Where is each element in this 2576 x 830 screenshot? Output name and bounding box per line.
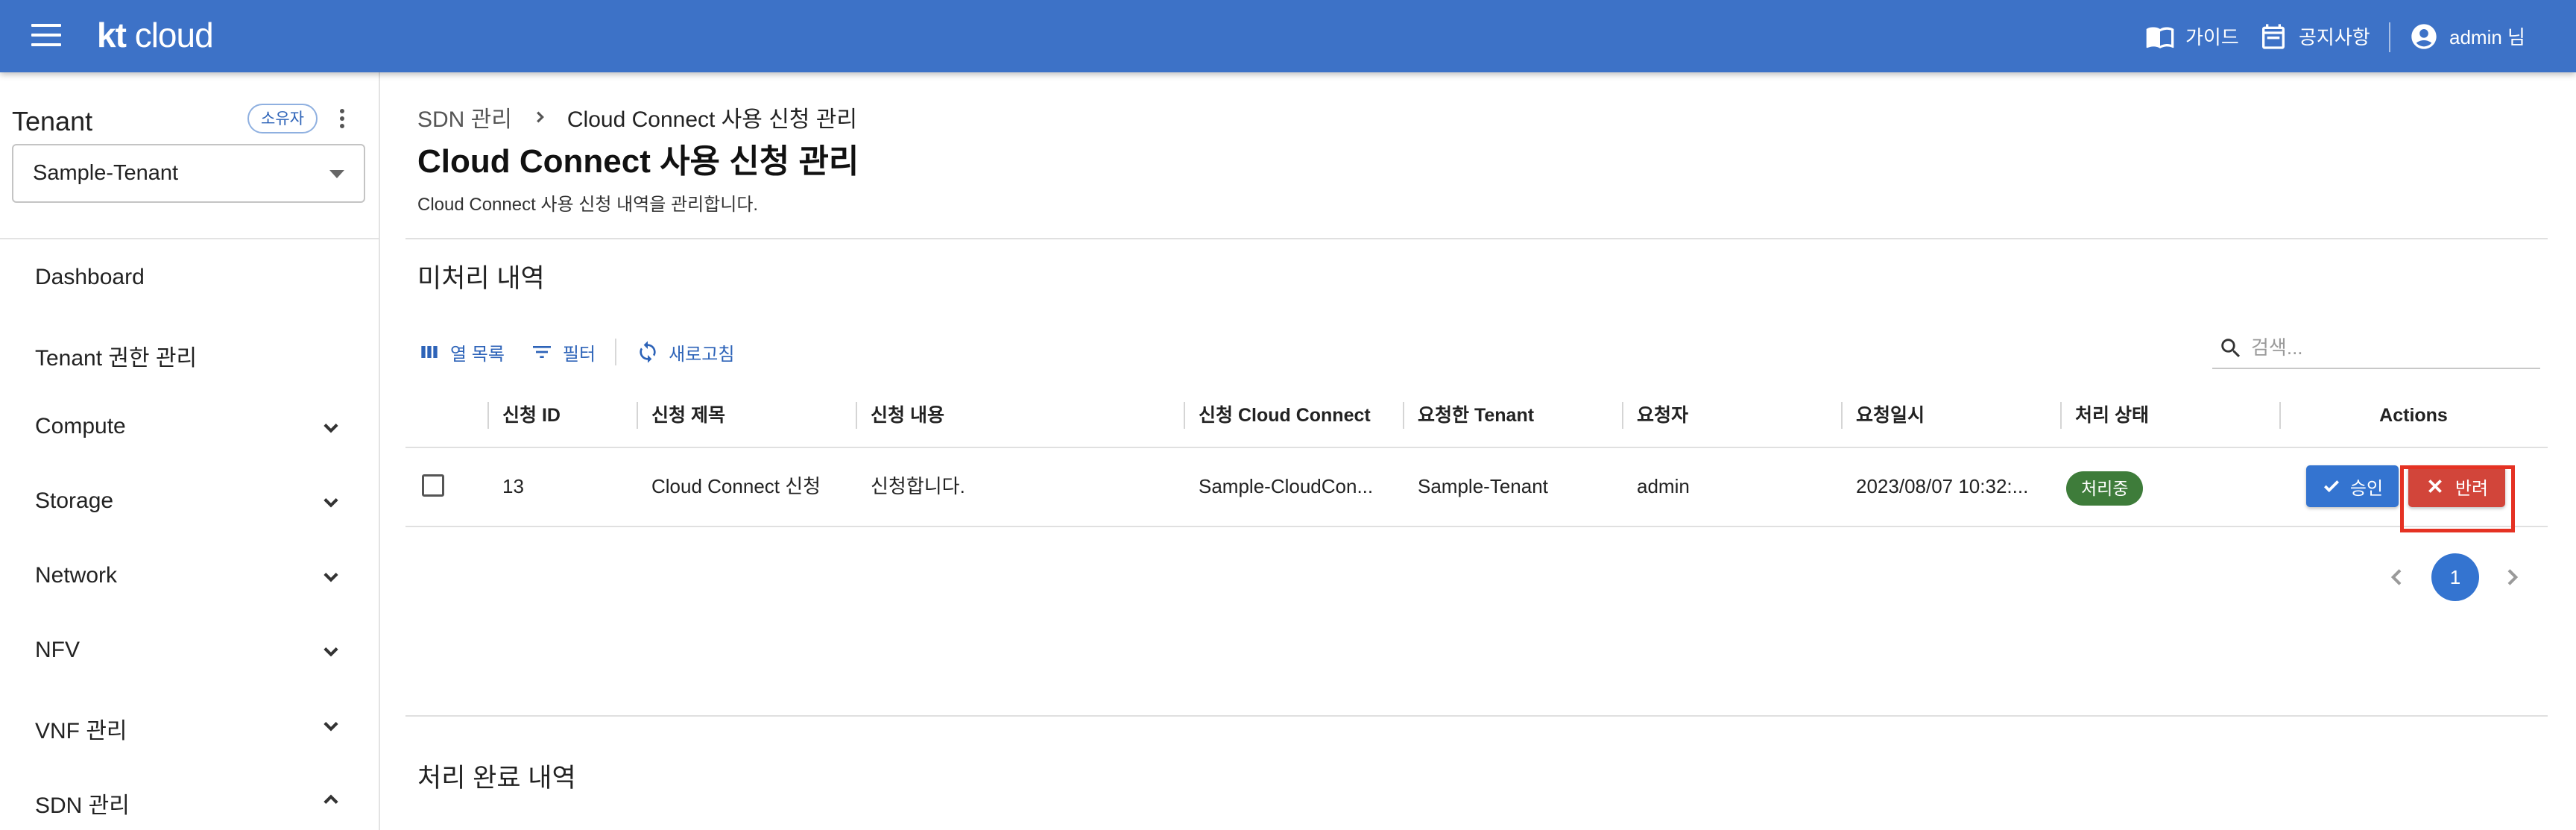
- breadcrumb-current: Cloud Connect 사용 신청 관리: [566, 107, 857, 132]
- columns-button[interactable]: 열 목록: [417, 339, 505, 365]
- filter-label: 필터: [562, 344, 596, 365]
- sidebar-item-dashboard[interactable]: Dashboard: [0, 248, 377, 308]
- cell-tenant: Sample-Tenant: [1418, 475, 1548, 497]
- owner-badge: 소유자: [247, 104, 318, 133]
- next-page-icon[interactable]: [2500, 565, 2524, 589]
- notice-link[interactable]: 공지사항: [2258, 0, 2370, 72]
- header-divider: [2389, 22, 2390, 52]
- cell-content: 신청합니다.: [871, 475, 965, 497]
- prev-page-icon[interactable]: [2385, 565, 2409, 589]
- chevron-down-icon: [321, 641, 341, 661]
- view-column-icon: [421, 346, 438, 358]
- filter-list-icon: [532, 346, 551, 358]
- search-field[interactable]: [2212, 326, 2540, 369]
- tenant-heading: Tenant: [12, 106, 93, 136]
- toolbar-divider: [615, 339, 617, 365]
- cell-requester: admin: [1637, 475, 1690, 497]
- reject-button[interactable]: 반려: [2408, 465, 2505, 507]
- sidebar-divider: [0, 238, 379, 239]
- tenant-select-value: Sample-Tenant: [33, 161, 179, 185]
- refresh-label: 새로고침: [669, 344, 735, 365]
- column-header-id[interactable]: 신청 ID: [487, 384, 637, 447]
- user-label: admin 님: [2449, 26, 2525, 48]
- chevron-down-icon: [321, 566, 341, 587]
- breadcrumb: SDN 관리 Cloud Connect 사용 신청 관리: [417, 101, 857, 133]
- calendar-icon: [2262, 23, 2285, 49]
- tenant-select[interactable]: Sample-Tenant: [12, 144, 365, 203]
- page-description: Cloud Connect 사용 신청 내역을 관리합니다.: [417, 195, 759, 215]
- completed-section-title: 처리 완료 내역: [417, 764, 576, 793]
- column-header-content[interactable]: 신청 내용: [856, 384, 1184, 447]
- sidebar-item-label: Network: [35, 563, 118, 588]
- breadcrumb-parent[interactable]: SDN 관리: [417, 101, 512, 133]
- chevron-down-icon: [321, 715, 341, 736]
- cell-cloud-connect: Sample-CloudCon...: [1199, 475, 1374, 497]
- sync-icon: [640, 341, 656, 363]
- guide-label: 가이드: [2185, 26, 2239, 48]
- sidebar-item-label: VNF 관리: [35, 719, 127, 743]
- account-circle-icon: [2411, 23, 2437, 49]
- search-icon: [2221, 339, 2241, 358]
- sidebar-item-label: Storage: [35, 488, 114, 513]
- cell-requested-at: 2023/08/07 10:32:...: [1856, 475, 2029, 497]
- column-header-status[interactable]: 처리 상태: [2060, 384, 2279, 447]
- page-number-current[interactable]: 1: [2431, 553, 2479, 601]
- cell-title: Cloud Connect 신청: [651, 475, 821, 497]
- more-vert-icon[interactable]: [333, 107, 351, 133]
- reject-label: 반려: [2455, 478, 2489, 499]
- chevron-down-icon: [321, 491, 341, 512]
- table-row: 13 Cloud Connect 신청 신청합니다. Sample-CloudC…: [405, 447, 2548, 527]
- cell-id: 13: [502, 475, 524, 497]
- sidebar: Tenant 소유자 Sample-Tenant Dashboard Tenan…: [0, 72, 380, 830]
- row-checkbox[interactable]: [422, 474, 444, 497]
- sidebar-item-nfv[interactable]: NFV: [0, 621, 377, 681]
- column-header-title[interactable]: 신청 제목: [637, 384, 856, 447]
- sidebar-item-sdn-management[interactable]: SDN 관리: [0, 770, 377, 830]
- user-menu[interactable]: admin 님: [2409, 0, 2525, 72]
- sidebar-item-label: Tenant 권한 관리: [35, 346, 198, 371]
- close-icon: [2428, 480, 2442, 493]
- sidebar-item-label: SDN 관리: [35, 793, 130, 818]
- chevron-down-icon: [321, 417, 341, 438]
- chevron-right-icon: [536, 111, 544, 123]
- page-title: Cloud Connect 사용 신청 관리: [417, 143, 859, 180]
- book-icon: [2146, 27, 2174, 48]
- sidebar-item-compute[interactable]: Compute: [0, 397, 377, 457]
- status-badge: 처리중: [2066, 471, 2144, 506]
- column-header-requested-at[interactable]: 요청일시: [1841, 384, 2060, 447]
- pending-section-title: 미처리 내역: [417, 264, 545, 293]
- search-input[interactable]: [2250, 332, 2536, 363]
- sidebar-item-storage[interactable]: Storage: [0, 472, 377, 532]
- guide-link[interactable]: 가이드: [2145, 0, 2239, 72]
- dropdown-arrow-icon: [329, 170, 344, 178]
- menu-icon[interactable]: [31, 24, 61, 48]
- filter-button[interactable]: 필터: [530, 339, 596, 365]
- notice-label: 공지사항: [2299, 26, 2370, 48]
- sidebar-item-label: Compute: [35, 414, 126, 438]
- column-header-actions: Actions: [2279, 384, 2548, 447]
- table-toolbar: 열 목록 필터 새로고침: [417, 337, 760, 367]
- sidebar-item-tenant-permissions[interactable]: Tenant 권한 관리: [0, 323, 377, 383]
- check-icon: [2323, 480, 2339, 493]
- column-header-tenant[interactable]: 요청한 Tenant: [1403, 384, 1622, 447]
- refresh-button[interactable]: 새로고침: [636, 339, 734, 365]
- columns-label: 열 목록: [450, 344, 505, 365]
- approve-button[interactable]: 승인: [2306, 465, 2399, 507]
- column-header-requester[interactable]: 요청자: [1622, 384, 1841, 447]
- main-content: SDN 관리 Cloud Connect 사용 신청 관리 Cloud Conn…: [380, 72, 2576, 830]
- sidebar-item-vnf-management[interactable]: VNF 관리: [0, 696, 377, 755]
- sidebar-item-label: Dashboard: [35, 265, 145, 289]
- top-app-bar: kt cloud 가이드 공지사항 admin 님: [0, 0, 2576, 72]
- sidebar-item-label: NFV: [35, 638, 80, 662]
- kt-cloud-logo[interactable]: kt cloud: [97, 15, 214, 55]
- column-header-cloud-connect[interactable]: 신청 Cloud Connect: [1184, 384, 1403, 447]
- chevron-up-icon: [321, 790, 341, 811]
- approve-label: 승인: [2349, 478, 2384, 499]
- sidebar-item-network[interactable]: Network: [0, 547, 377, 606]
- section-divider: [405, 238, 2548, 239]
- table-header: 신청 ID 신청 제목 신청 내용 신청 Cloud Connect 요청한 T…: [405, 384, 2548, 448]
- section-divider: [405, 715, 2548, 717]
